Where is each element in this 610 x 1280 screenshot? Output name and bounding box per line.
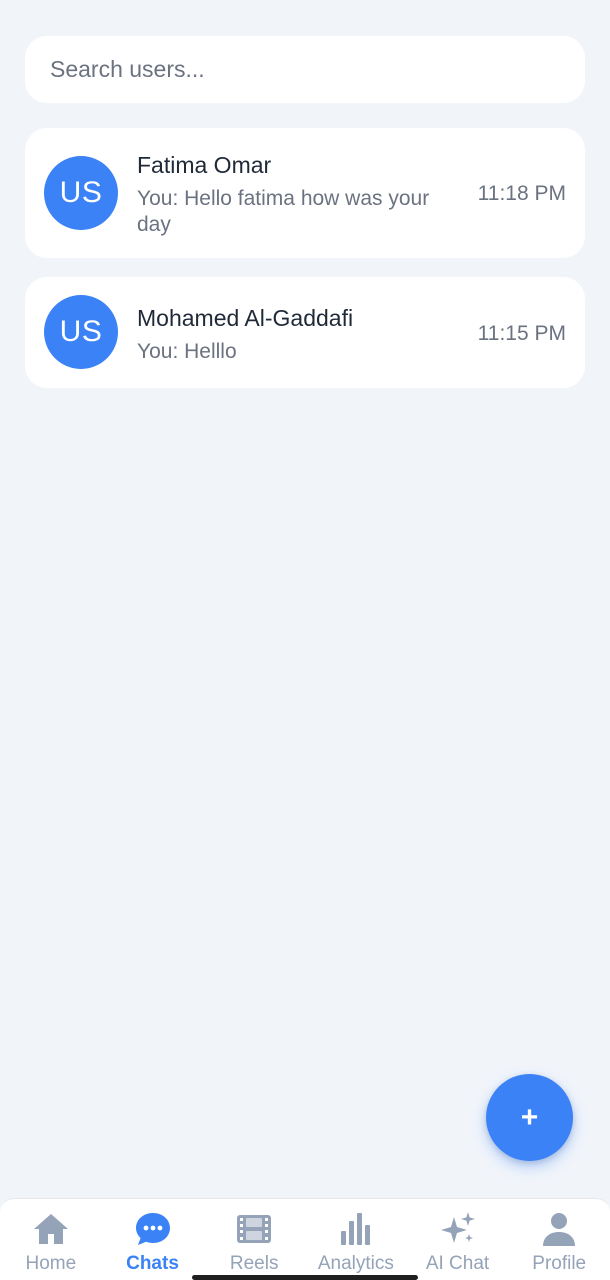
home-indicator [192,1275,418,1280]
new-chat-button[interactable]: + [486,1074,573,1161]
avatar: US [44,295,118,369]
sparkles-icon [440,1212,475,1243]
film-icon [237,1215,272,1243]
nav-item-reels[interactable]: Reels [203,1199,305,1280]
nav-label-chats: Chats [126,1253,179,1274]
search-bar[interactable] [25,36,585,103]
chat-last-message: You: Helllo [137,340,237,363]
nav-label-home: Home [25,1253,77,1274]
chat-last-message: You: Hello fatima how was your day [137,187,430,236]
chat-list-screen: US Fatima Omar You: Hello fatima how was… [0,0,610,1280]
chat-timestamp: 11:18 PM [477,182,566,205]
chat-list-item[interactable]: US Mohamed Al-Gaddafi You: Helllo 11:15 … [25,277,585,388]
avatar: US [44,156,118,230]
nav-item-home[interactable]: Home [0,1199,102,1280]
nav-label-analytics: Analytics [317,1253,394,1274]
bottom-navigation: Home Chats Reels Analytics AI Chat Profi… [0,1198,610,1280]
search-input[interactable] [50,56,585,83]
chat-list-item[interactable]: US Fatima Omar You: Hello fatima how was… [25,128,585,258]
nav-item-ai-chat[interactable]: AI Chat [407,1199,509,1280]
chat-timestamp: 11:15 PM [477,322,566,345]
nav-item-analytics[interactable]: Analytics [305,1199,407,1280]
chat-bubble-icon [135,1213,170,1245]
bar-chart-icon [340,1213,370,1245]
home-icon [33,1214,68,1244]
nav-label-profile: Profile [532,1253,587,1274]
nav-label-reels: Reels [229,1253,279,1274]
chat-contact-name: Mohamed Al-Gaddafi [137,305,354,331]
nav-item-profile[interactable]: Profile [508,1199,610,1280]
nav-label-ai-chat: AI Chat [425,1253,490,1274]
nav-item-chats[interactable]: Chats [102,1199,204,1280]
chat-contact-name: Fatima Omar [137,152,272,178]
user-icon [543,1213,576,1246]
